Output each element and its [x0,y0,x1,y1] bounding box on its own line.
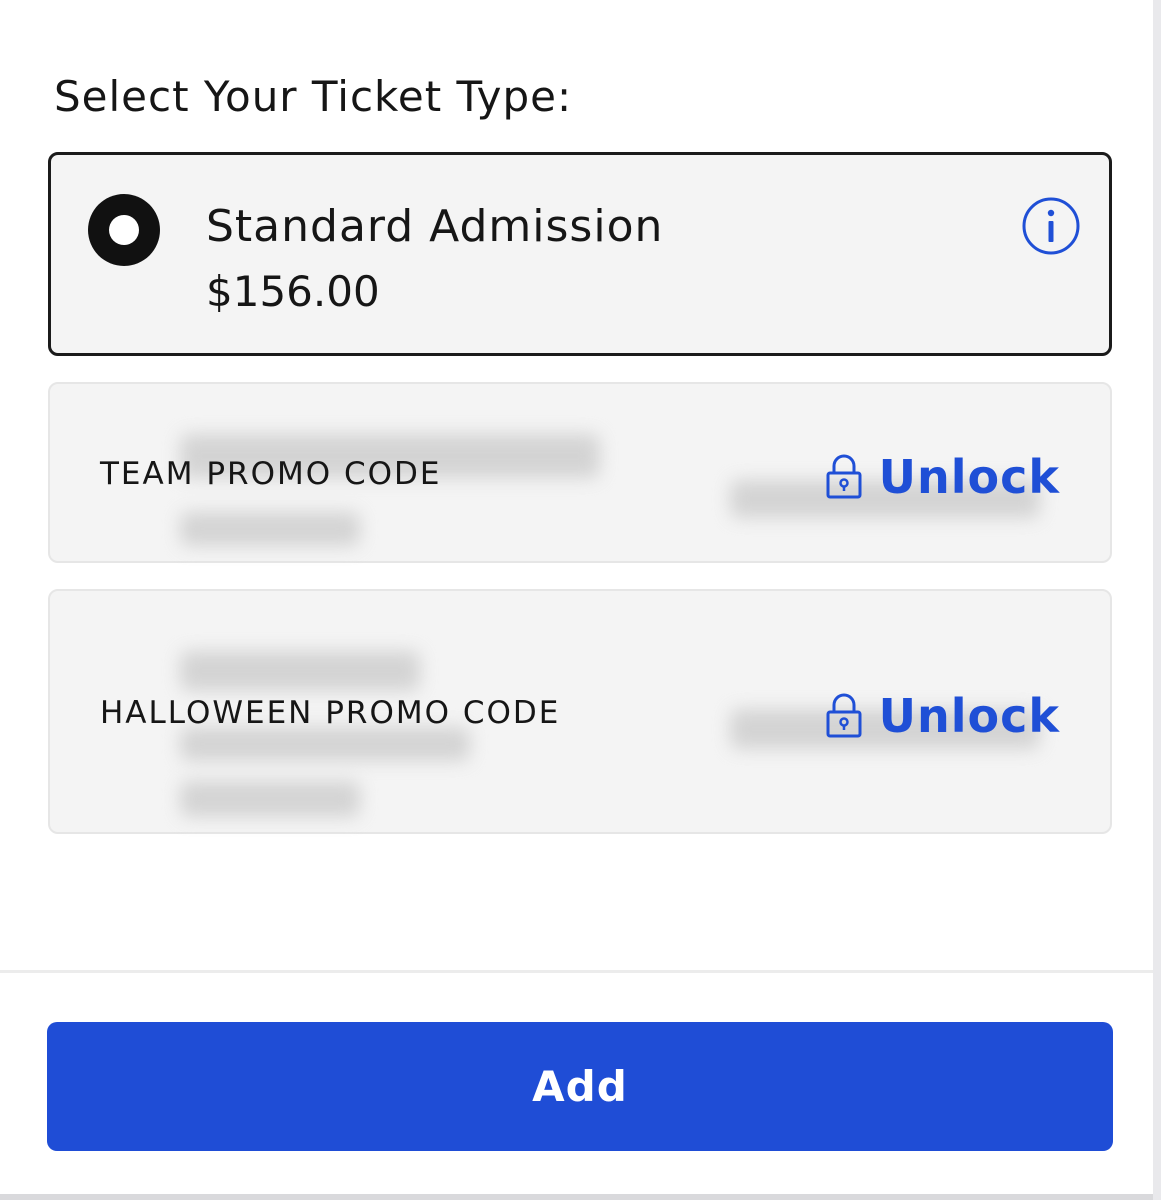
ticket-selection-screen: Select Your Ticket Type: Standard Admiss… [0,0,1161,1200]
promo-label: TEAM PROMO CODE [100,456,442,492]
lock-icon [826,454,862,499]
ticket-option-team-promo[interactable]: TEAM PROMO CODE Unlock [48,382,1112,563]
promo-label: HALLOWEEN PROMO CODE [100,695,561,731]
radio-selected-icon[interactable] [88,194,160,266]
unlock-label: Unlock [878,450,1060,504]
blurred-ticket-subtitle [180,727,470,761]
page-title: Select Your Ticket Type: [54,72,573,121]
lock-icon [826,693,862,738]
blurred-ticket-price [180,512,360,546]
unlock-button[interactable]: Unlock [825,450,1060,504]
unlock-button[interactable]: Unlock [825,689,1060,743]
footer-divider [0,970,1153,973]
scroll-edge [1153,0,1161,1200]
unlock-label: Unlock [878,689,1060,743]
bottom-edge [0,1194,1153,1200]
blurred-ticket-price [180,781,360,817]
ticket-price: $156.00 [206,267,380,316]
blurred-ticket-name [180,651,420,691]
info-icon[interactable] [1021,196,1081,256]
add-button[interactable]: Add [47,1022,1113,1151]
ticket-name: Standard Admission [206,201,664,252]
ticket-option-standard-admission[interactable]: Standard Admission $156.00 [48,152,1112,356]
ticket-option-halloween-promo[interactable]: HALLOWEEN PROMO CODE Unlock [48,589,1112,834]
